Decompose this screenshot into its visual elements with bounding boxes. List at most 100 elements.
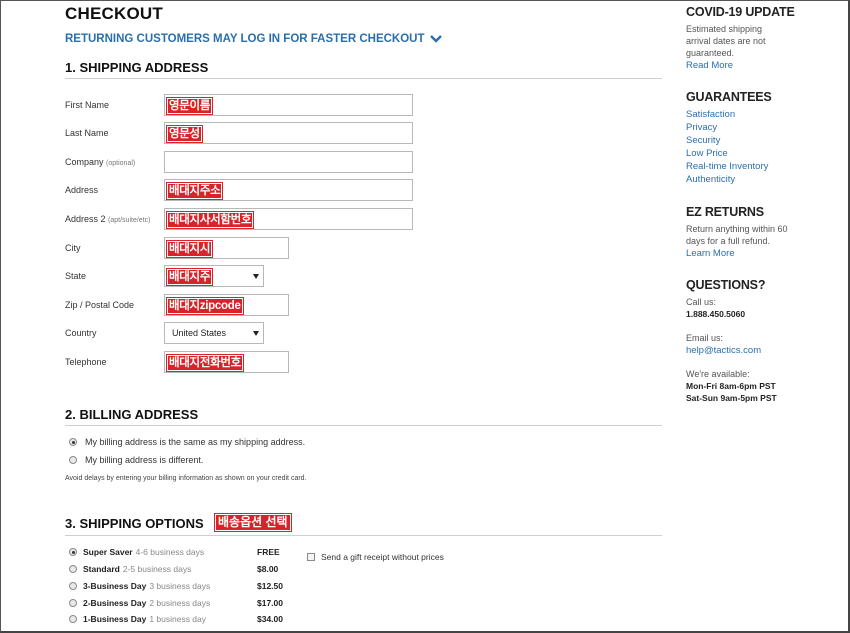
guarantee-link-authenticity[interactable]: Authenticity <box>686 173 768 186</box>
billing-different-label: My billing address is different. <box>85 455 204 465</box>
guarantee-link-privacy[interactable]: Privacy <box>686 121 768 134</box>
guarantees-list: Satisfaction Privacy Security Low Price … <box>686 108 768 186</box>
state-select[interactable]: 배대지주 <box>164 265 264 287</box>
shipping-option-radio[interactable] <box>69 548 77 556</box>
section-divider <box>65 78 662 79</box>
dropdown-arrow-icon <box>253 331 259 336</box>
company-label-text: Company <box>65 157 104 167</box>
shipping-option-name: 3-Business Day <box>83 581 147 591</box>
availability-label: We're available: <box>686 369 750 379</box>
gift-receipt-label: Send a gift receipt without prices <box>321 552 444 562</box>
state-value: 배대지주 <box>167 269 213 285</box>
shipping-option-days: 2 business days <box>149 598 211 608</box>
billing-different-option[interactable]: My billing address is different. <box>69 455 203 465</box>
telephone-row: Telephone <box>65 351 165 373</box>
shipping-option-price: $34.00 <box>257 614 283 624</box>
section-divider <box>65 535 662 536</box>
weekend-hours: Sat-Sun 9am-5pm PST <box>686 393 777 403</box>
ez-returns-heading: EZ RETURNS <box>686 205 764 219</box>
email-us-label: Email us: <box>686 333 724 343</box>
guarantee-link-inventory[interactable]: Real-time Inventory <box>686 160 768 173</box>
last-name-label: Last Name <box>65 128 109 138</box>
covid-update-text: Estimated shipping arrival dates are not… <box>686 24 766 58</box>
weekday-hours: Mon-Fri 8am-6pm PST <box>686 381 776 391</box>
shipping-option-row[interactable]: 3-Business Day 3 business days $12.50 <box>69 579 299 593</box>
returning-customer-login-link[interactable]: RETURNING CUSTOMERS MAY LOG IN FOR FASTE… <box>65 33 442 45</box>
shipping-option-price: $12.50 <box>257 581 283 591</box>
address2-value: 배대지사서함번호 <box>167 212 254 228</box>
address2-input[interactable]: 배대지사서함번호 <box>164 208 413 230</box>
shipping-option-price: FREE <box>257 547 280 557</box>
city-value: 배대지시 <box>167 241 213 257</box>
shipping-option-radio[interactable] <box>69 565 77 573</box>
covid-update-heading: COVID-19 UPDATE <box>686 5 795 19</box>
first-name-value: 영문이름 <box>167 98 213 114</box>
shipping-option-row[interactable]: Standard 2-5 business days $8.00 <box>69 562 299 576</box>
chevron-down-icon <box>429 35 442 43</box>
state-label: State <box>65 271 87 281</box>
guarantee-link-security[interactable]: Security <box>686 134 768 147</box>
address2-optional-hint: (apt/suite/etc) <box>108 217 151 224</box>
city-row: City <box>65 237 165 259</box>
first-name-row: First Name <box>65 94 165 116</box>
city-label: City <box>65 243 81 253</box>
last-name-row: Last Name <box>65 122 165 144</box>
address2-row: Address 2 (apt/suite/etc) <box>65 208 165 230</box>
shipping-option-row[interactable]: Super Saver 4-6 business days FREE <box>69 545 299 559</box>
billing-same-option[interactable]: My billing address is the same as my shi… <box>69 437 305 447</box>
shipping-option-radio[interactable] <box>69 599 77 607</box>
telephone-input[interactable]: 배대지전화번호 <box>164 351 289 373</box>
ez-returns-learn-more-link[interactable]: Learn More <box>686 247 735 260</box>
gift-receipt-option[interactable]: Send a gift receipt without prices <box>307 552 444 562</box>
last-name-value: 영문성 <box>167 126 202 142</box>
address-label: Address <box>65 185 99 195</box>
country-row: Country <box>65 322 165 344</box>
email-link[interactable]: help@tactics.com <box>686 344 761 357</box>
billing-same-radio[interactable] <box>69 438 77 446</box>
address2-label: Address 2 (apt/suite/etc) <box>65 214 165 224</box>
returning-link-label: RETURNING CUSTOMERS MAY LOG IN FOR FASTE… <box>65 33 425 45</box>
shipping-option-row[interactable]: 2-Business Day 2 business days $17.00 <box>69 596 299 610</box>
country-label: Country <box>65 328 97 338</box>
section-divider <box>65 425 662 426</box>
phone-number: 1.888.450.5060 <box>686 309 746 319</box>
guarantees-heading: GUARANTEES <box>686 90 772 104</box>
shipping-option-days: 1 business day <box>149 614 207 624</box>
guarantee-link-low-price[interactable]: Low Price <box>686 147 768 160</box>
country-select[interactable]: United States <box>164 322 264 344</box>
company-row: Company (optional) <box>65 151 165 173</box>
company-input[interactable] <box>164 151 413 173</box>
telephone-value: 배대지전화번호 <box>167 355 243 371</box>
company-label: Company (optional) <box>65 157 165 167</box>
ez-returns-text: Return anything within 60 days for a ful… <box>686 224 788 246</box>
billing-note: Avoid delays by entering your billing in… <box>65 475 307 482</box>
gift-receipt-checkbox[interactable] <box>307 553 315 561</box>
shipping-option-annotation: 배송옵션 선택 <box>215 514 291 531</box>
address2-label-text: Address 2 <box>65 214 106 224</box>
shipping-option-radio[interactable] <box>69 615 77 623</box>
shipping-option-radio[interactable] <box>69 582 77 590</box>
billing-different-radio[interactable] <box>69 456 77 464</box>
shipping-option-price: $17.00 <box>257 598 283 608</box>
address-input[interactable]: 배대지주소 <box>164 179 413 201</box>
call-us-label: Call us: <box>686 297 717 307</box>
covid-read-more-link[interactable]: Read More <box>686 59 733 72</box>
shipping-option-price: $8.00 <box>257 564 279 574</box>
state-row: State <box>65 265 165 287</box>
guarantee-link-satisfaction[interactable]: Satisfaction <box>686 108 768 121</box>
last-name-input[interactable]: 영문성 <box>164 122 413 144</box>
shipping-option-name: 2-Business Day <box>83 598 147 608</box>
questions-heading: QUESTIONS? <box>686 278 766 292</box>
zip-value: 배대지zipcode <box>167 298 243 314</box>
zip-row: Zip / Postal Code <box>65 294 165 316</box>
shipping-option-name: Super Saver <box>83 547 133 557</box>
company-optional-hint: (optional) <box>106 160 136 167</box>
shipping-address-heading: 1. SHIPPING ADDRESS <box>65 60 209 75</box>
shipping-option-name: 1-Business Day <box>83 614 147 624</box>
shipping-option-row[interactable]: 1-Business Day 1 business day $34.00 <box>69 612 299 626</box>
address-value: 배대지주소 <box>167 183 223 199</box>
first-name-input[interactable]: 영문이름 <box>164 94 413 116</box>
telephone-label: Telephone <box>65 357 107 367</box>
zip-input[interactable]: 배대지zipcode <box>164 294 289 316</box>
city-input[interactable]: 배대지시 <box>164 237 289 259</box>
